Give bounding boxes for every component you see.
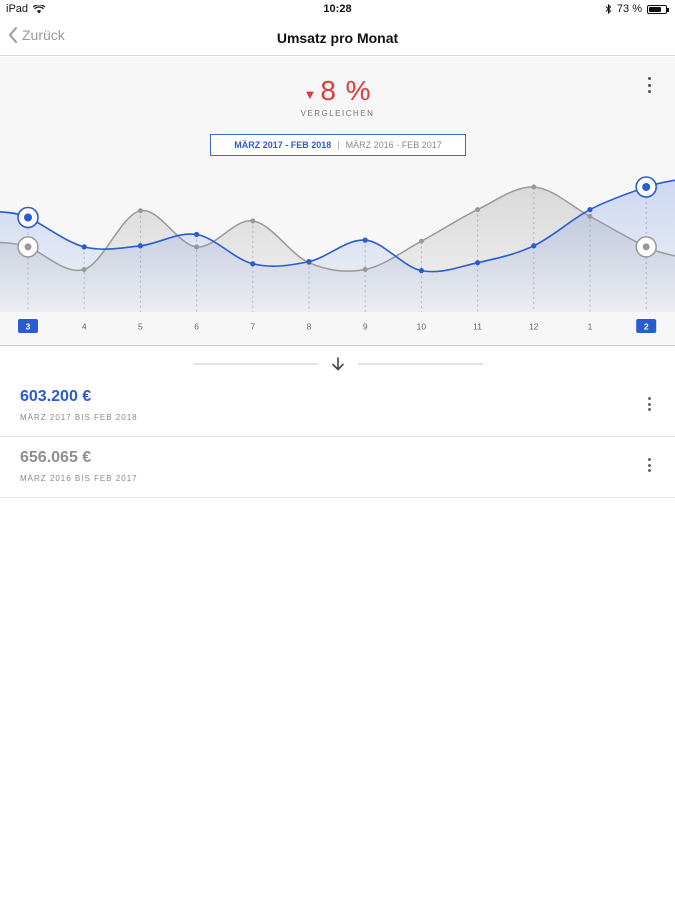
current-series-point — [531, 243, 537, 249]
previous-series-point — [81, 266, 87, 272]
more-dot — [647, 397, 651, 400]
divider-line-right — [358, 363, 483, 365]
divider-line-left — [193, 363, 318, 365]
previous-series-point-center — [642, 243, 650, 251]
total-value-previous: 656.065 € — [20, 449, 92, 466]
battery-fill — [649, 6, 661, 12]
current-series-point — [81, 244, 87, 250]
current-series-point — [475, 260, 481, 266]
period-current-option[interactable]: MÄRZ 2017 - FEB 2018 — [234, 140, 331, 150]
x-tick-label[interactable]: 10 — [417, 322, 427, 332]
navigation-bar: Zurück Umsatz pro Monat — [0, 20, 675, 56]
current-series-point — [362, 237, 368, 243]
chart-more-button[interactable] — [643, 77, 655, 93]
current-series-point — [418, 268, 424, 274]
status-right: 73 % — [605, 3, 669, 15]
x-tick-label[interactable]: 3 — [26, 322, 31, 332]
total-period-previous: MÄRZ 2016 BIS FEB 2017 — [20, 474, 138, 483]
more-dot — [647, 408, 651, 411]
x-tick-label[interactable]: 4 — [82, 322, 87, 332]
x-tick-label[interactable]: 6 — [194, 322, 199, 332]
previous-series-point — [475, 207, 481, 213]
row-more-button[interactable] — [646, 397, 652, 411]
chart-panel: ▼ 8 % VERGLEICHEN MÄRZ 2017 - FEB 2018 |… — [0, 57, 675, 346]
x-tick-label[interactable]: 11 — [473, 322, 482, 332]
revenue-line-chart[interactable]: 3 4 5 6 7 8 9 10 11 12 1 2 — [0, 167, 675, 345]
previous-series-point — [531, 184, 537, 190]
more-dot — [647, 83, 651, 87]
app-screen: iPad 10:28 73 % Zurück Umsatz pro Monat … — [0, 0, 675, 900]
total-row-current[interactable]: 603.200 € MÄRZ 2017 BIS FEB 2018 — [0, 376, 675, 437]
period-previous-option[interactable]: MÄRZ 2016 - FEB 2017 — [346, 140, 442, 150]
compare-label: VERGLEICHEN — [300, 109, 375, 118]
period-separator: | — [337, 140, 340, 150]
row-more-button[interactable] — [646, 458, 652, 472]
x-tick-label[interactable]: 9 — [363, 322, 368, 332]
battery-icon — [647, 4, 669, 14]
previous-series-point — [194, 244, 200, 250]
page-title: Umsatz pro Monat — [276, 30, 399, 46]
total-row-previous[interactable]: 656.065 € MÄRZ 2016 BIS FEB 2017 — [0, 437, 675, 498]
x-tick-label[interactable]: 12 — [529, 322, 539, 332]
previous-series-point-center — [24, 243, 32, 251]
current-series-point-center — [24, 213, 32, 222]
previous-series-point — [250, 218, 256, 224]
previous-series-point — [362, 266, 368, 272]
change-value: 8 % — [320, 75, 372, 106]
arrow-down-icon[interactable] — [330, 356, 346, 372]
x-tick-label[interactable]: 2 — [644, 322, 649, 332]
previous-series-point — [137, 208, 143, 214]
more-dot — [647, 77, 651, 80]
more-dot — [647, 90, 651, 93]
period-toggle: MÄRZ 2017 - FEB 2018 | MÄRZ 2016 - FEB 2… — [210, 134, 466, 156]
total-period-current: MÄRZ 2017 BIS FEB 2018 — [20, 413, 138, 422]
x-tick-label[interactable]: 7 — [250, 322, 255, 332]
current-series-point — [137, 243, 143, 249]
current-series-point — [194, 231, 200, 238]
status-time: 10:28 — [323, 3, 352, 15]
status-bar: iPad 10:28 73 % — [0, 0, 675, 20]
battery-percent: 73 % — [616, 3, 642, 15]
bluetooth-icon — [605, 4, 612, 14]
current-series-point — [587, 207, 593, 213]
current-series-point — [306, 258, 312, 265]
x-tick-label[interactable]: 5 — [138, 322, 143, 332]
change-indicator: ▼ 8 % — [0, 75, 675, 107]
previous-series-point — [418, 238, 424, 244]
x-tick-label[interactable]: 8 — [307, 322, 312, 332]
more-dot — [647, 463, 651, 467]
more-dot — [647, 458, 651, 461]
current-series-area — [0, 180, 675, 312]
current-series-point-center — [642, 183, 651, 191]
scroll-divider — [0, 352, 675, 376]
totals-list: 603.200 € MÄRZ 2017 BIS FEB 2018 656.065… — [0, 376, 675, 498]
x-tick-label[interactable]: 1 — [588, 322, 593, 332]
triangle-down-icon: ▼ — [303, 86, 317, 102]
total-value-current: 603.200 € — [20, 388, 92, 405]
more-dot — [647, 469, 651, 472]
previous-series-point — [587, 213, 593, 219]
current-series-point — [250, 261, 256, 267]
more-dot — [647, 402, 651, 406]
